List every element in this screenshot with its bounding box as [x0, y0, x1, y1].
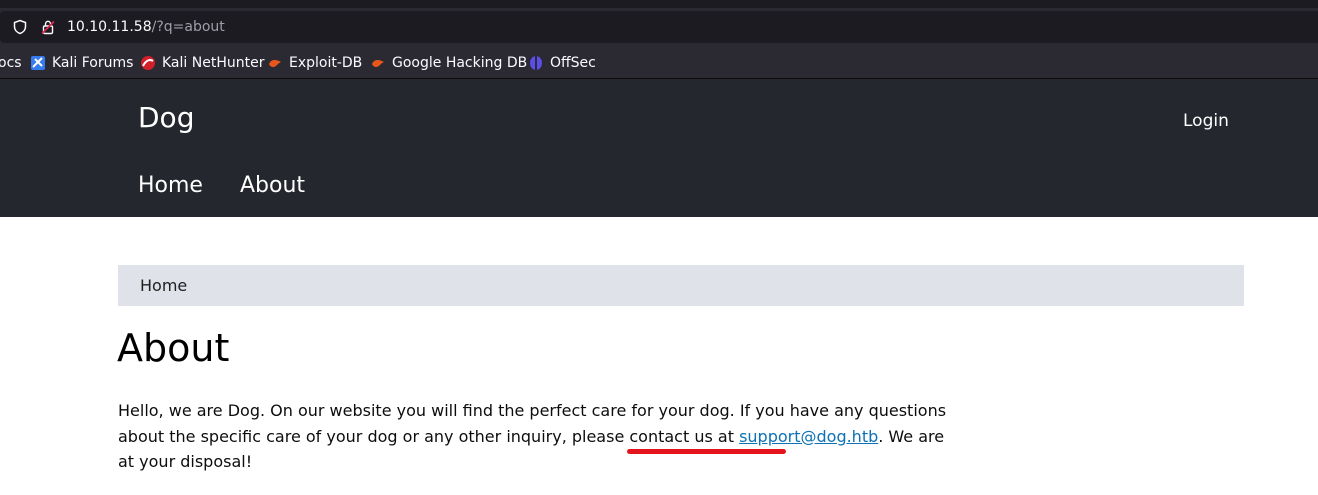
about-body-text: Hello, we are Dog. On our website you wi… — [118, 398, 948, 475]
bookmark-offsec[interactable]: OffSec — [528, 54, 596, 72]
insecure-lock-icon[interactable] — [40, 19, 56, 35]
bookmark-kali-nethunter[interactable]: Kali NetHunter — [140, 54, 264, 72]
bookmark-google-hacking-db[interactable]: Google Hacking DB — [370, 54, 527, 72]
site-name[interactable]: Dog — [138, 100, 194, 136]
bookmarks-toolbar: ocs Kali Forums Kali NetHunter Exploit-D… — [0, 48, 1318, 79]
red-highlight-underline — [627, 449, 786, 454]
bookmark-exploit-db[interactable]: Exploit-DB — [267, 54, 362, 72]
nav-about-link[interactable]: About — [240, 171, 305, 201]
login-link[interactable]: Login — [1183, 110, 1229, 132]
address-bar[interactable]: 10.10.11.58/?q=about — [0, 11, 1318, 43]
nav-home-link[interactable]: Home — [138, 171, 203, 201]
url-text[interactable]: 10.10.11.58/?q=about — [67, 18, 225, 36]
offsec-icon — [530, 56, 542, 70]
bookmark-label: Kali NetHunter — [162, 55, 265, 71]
bookmark-kali-forums[interactable]: Kali Forums — [30, 54, 133, 72]
page-title: About — [117, 326, 230, 370]
kali-forums-icon — [31, 56, 45, 70]
tracking-protection-shield-icon[interactable] — [12, 19, 28, 35]
bookmark-label: ocs — [0, 55, 22, 71]
bookmark-label: Kali Forums — [52, 55, 134, 71]
support-email-link[interactable]: support@dog.htb — [739, 427, 878, 446]
navigation-toolbar: 10.10.11.58/?q=about — [0, 8, 1318, 48]
url-host: 10.10.11.58 — [67, 19, 152, 35]
browser-tab-strip — [0, 0, 1318, 8]
exploit-db-icon — [269, 59, 281, 67]
url-path: /?q=about — [151, 19, 225, 35]
bookmark-docs[interactable]: ocs — [0, 54, 22, 72]
bookmark-label: OffSec — [550, 55, 596, 71]
kali-nethunter-icon — [141, 56, 155, 70]
bookmark-label: Google Hacking DB — [392, 55, 528, 71]
ghdb-icon — [372, 59, 384, 67]
breadcrumb: Home — [118, 265, 1244, 306]
breadcrumb-home-link[interactable]: Home — [140, 275, 187, 297]
site-header: Dog Login Home About — [0, 79, 1318, 217]
bookmark-label: Exploit-DB — [289, 55, 363, 71]
